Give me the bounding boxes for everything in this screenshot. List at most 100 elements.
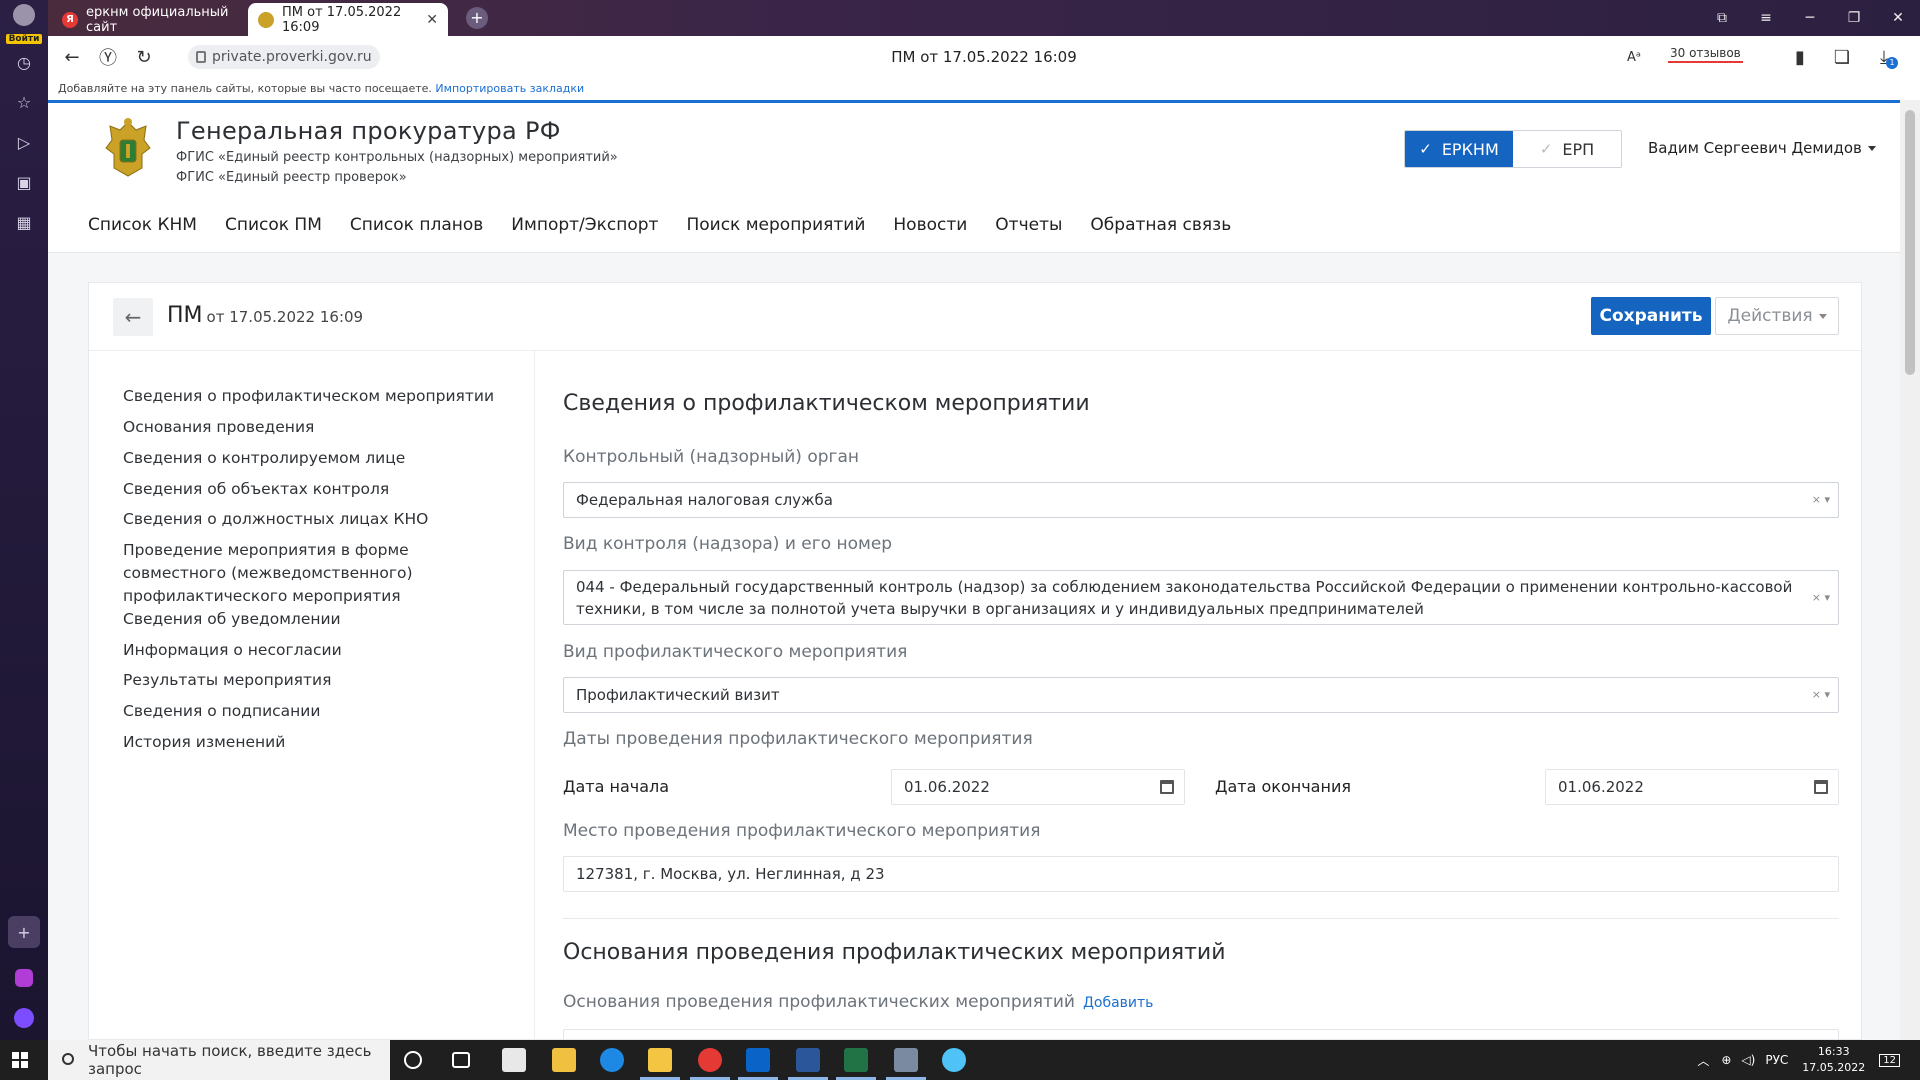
reviews-badge[interactable]: 30 отзывов bbox=[1668, 46, 1743, 63]
caret-down-icon bbox=[1867, 146, 1876, 151]
sidebar-item-disagreement[interactable]: Информация о несогласии bbox=[123, 639, 513, 662]
outlook-icon[interactable] bbox=[746, 1048, 770, 1072]
coat-of-arms-logo[interactable] bbox=[102, 116, 154, 180]
check-icon: ✓ bbox=[1419, 140, 1432, 158]
yandex-browser-icon[interactable] bbox=[698, 1048, 722, 1072]
input-value: 127381, г. Москва, ул. Неглинная, д 23 bbox=[576, 865, 885, 883]
nav-pm-list[interactable]: Список ПМ bbox=[225, 215, 322, 235]
collections-panel-icon[interactable]: ❏ bbox=[1830, 45, 1854, 69]
history-icon[interactable]: ◷ bbox=[8, 46, 40, 78]
control-type-select[interactable]: 044 - Федеральный государственный контро… bbox=[563, 570, 1839, 625]
bookmarks-bar: Добавляйте на эту панель сайты, которые … bbox=[48, 78, 1920, 100]
notifications-icon[interactable]: 12 bbox=[1879, 1053, 1900, 1067]
actions-label: Действия bbox=[1727, 306, 1813, 326]
page-scrollbar[interactable] bbox=[1900, 100, 1920, 1040]
org-title: Генеральная прокуратура РФ bbox=[176, 117, 561, 145]
user-menu[interactable]: Вадим Сергеевич Демидов bbox=[1648, 139, 1876, 157]
add-ground-link[interactable]: Добавить bbox=[1083, 995, 1153, 1011]
start-date-input[interactable]: 01.06.2022 bbox=[891, 769, 1185, 805]
scrollbar-thumb[interactable] bbox=[1905, 110, 1915, 375]
word-icon[interactable] bbox=[796, 1048, 820, 1072]
app-icon[interactable] bbox=[894, 1048, 918, 1072]
sidebar-item-officials[interactable]: Сведения о должностных лицах КНО bbox=[123, 508, 513, 531]
tab-bar: Я еркнм официальный сайт ПМ от 17.05.202… bbox=[48, 0, 1920, 36]
bookmark-icon[interactable]: ▮ bbox=[1788, 45, 1812, 69]
calendar-icon[interactable] bbox=[1160, 780, 1174, 794]
restore-icon[interactable]: ❐ bbox=[1832, 0, 1876, 36]
sidebar-item-controlled-person[interactable]: Сведения о контролируемом лице bbox=[123, 447, 513, 470]
cortana-icon[interactable] bbox=[404, 1051, 422, 1069]
collections-icon[interactable]: ⧉ bbox=[1700, 0, 1744, 36]
sidebar-item-event-info[interactable]: Сведения о профилактическом мероприятии bbox=[123, 385, 513, 408]
end-date-input[interactable]: 01.06.2022 bbox=[1545, 769, 1839, 805]
sidebar-item-notification[interactable]: Сведения об уведомлении bbox=[123, 608, 513, 631]
system-erp-option[interactable]: ✓ ЕРП bbox=[1513, 131, 1621, 167]
control-body-select[interactable]: Федеральная налоговая служба × ▾ bbox=[563, 482, 1839, 518]
calendar-icon[interactable] bbox=[1814, 780, 1828, 794]
back-button[interactable]: ← bbox=[113, 298, 153, 336]
minimize-icon[interactable]: ─ bbox=[1788, 0, 1832, 36]
tab-title: ПМ от 17.05.2022 16:09 bbox=[282, 4, 402, 35]
task-view-icon[interactable] bbox=[452, 1052, 470, 1068]
nav-news[interactable]: Новости bbox=[893, 215, 967, 235]
add-panel-icon[interactable]: + bbox=[8, 916, 40, 948]
system-erknm-option[interactable]: ✓ ЕРКНМ bbox=[1405, 131, 1513, 167]
nav-reports[interactable]: Отчеты bbox=[995, 215, 1062, 235]
nav-import-export[interactable]: Импорт/Экспорт bbox=[511, 215, 658, 235]
nav-feedback[interactable]: Обратная связь bbox=[1090, 215, 1231, 235]
volume-icon[interactable]: ◁) bbox=[1741, 1053, 1755, 1067]
save-button[interactable]: Сохранить bbox=[1591, 297, 1711, 335]
import-bookmarks-link[interactable]: Импортировать закладки bbox=[435, 82, 584, 95]
nav-search[interactable]: Поиск мероприятий bbox=[686, 215, 865, 235]
login-label: Войти bbox=[5, 34, 43, 44]
sidebar-item-joint-event[interactable]: Проведение мероприятия в форме совместно… bbox=[123, 539, 513, 608]
nav-plans-list[interactable]: Список планов bbox=[350, 215, 483, 235]
language-indicator[interactable]: РУС bbox=[1765, 1053, 1788, 1067]
clear-and-chevron-icon[interactable]: × ▾ bbox=[1812, 587, 1830, 609]
clock[interactable]: 16:33 17.05.2022 bbox=[1802, 1044, 1865, 1076]
place-input[interactable]: 127381, г. Москва, ул. Неглинная, д 23 bbox=[563, 856, 1839, 892]
close-tab-icon[interactable]: ✕ bbox=[426, 12, 438, 28]
bookmarks-star-icon[interactable]: ☆ bbox=[8, 86, 40, 118]
clear-and-chevron-icon[interactable]: × ▾ bbox=[1812, 684, 1830, 706]
new-tab-button[interactable]: + bbox=[466, 7, 488, 29]
store-icon[interactable] bbox=[552, 1048, 576, 1072]
network-icon[interactable]: ⊕ bbox=[1721, 1053, 1731, 1067]
taskbar-search[interactable]: Чтобы начать поиск, введите здесь запрос bbox=[48, 1040, 390, 1080]
screenshot-icon[interactable]: ▣ bbox=[8, 166, 40, 198]
tab-yandex-search[interactable]: Я еркнм официальный сайт bbox=[52, 3, 248, 36]
arrow-left-icon: ← bbox=[124, 305, 142, 329]
search-placeholder: Чтобы начать поиск, введите здесь запрос bbox=[88, 1042, 372, 1078]
menu-icon[interactable]: ≡ bbox=[1744, 0, 1788, 36]
sidebar-item-signing[interactable]: Сведения о подписании bbox=[123, 700, 513, 723]
mail-icon[interactable] bbox=[502, 1048, 526, 1072]
windows-start-icon[interactable] bbox=[12, 1052, 28, 1068]
browser-sidebar: Войти ◷ ☆ ▷ ▣ ▦ + bbox=[0, 0, 48, 1040]
alice-assistant-icon[interactable] bbox=[8, 1002, 40, 1034]
downloads-icon[interactable]: ⤓ 1 bbox=[1872, 45, 1898, 69]
sidebar-item-history[interactable]: История изменений bbox=[123, 731, 513, 754]
sidebar-item-grounds[interactable]: Основания проведения bbox=[123, 416, 513, 439]
translate-icon[interactable]: Aᵃ bbox=[1622, 45, 1646, 69]
excel-icon[interactable] bbox=[844, 1048, 868, 1072]
actions-dropdown[interactable]: Действия bbox=[1715, 297, 1839, 335]
section-title-event-info: Сведения о профилактическом мероприятии bbox=[563, 391, 1090, 416]
tab-current-page[interactable]: ПМ от 17.05.2022 16:09 ✕ bbox=[248, 3, 448, 36]
login-button[interactable]: Войти bbox=[2, 4, 46, 44]
chevron-up-icon[interactable]: ︿ bbox=[1697, 1052, 1709, 1069]
messenger-icon[interactable] bbox=[8, 962, 40, 994]
sidebar-item-control-objects[interactable]: Сведения об объектах контроля bbox=[123, 478, 513, 501]
edge-icon[interactable] bbox=[600, 1048, 624, 1072]
event-type-select[interactable]: Профилактический визит × ▾ bbox=[563, 677, 1839, 713]
apps-grid-icon[interactable]: ▦ bbox=[8, 206, 40, 238]
check-icon: ✓ bbox=[1539, 140, 1553, 158]
nav-knm-list[interactable]: Список КНМ bbox=[88, 215, 197, 235]
sidebar-item-results[interactable]: Результаты мероприятия bbox=[123, 669, 513, 692]
network-app-icon[interactable] bbox=[942, 1048, 966, 1072]
date-value: 01.06.2022 bbox=[904, 778, 990, 796]
clear-and-chevron-icon[interactable]: × ▾ bbox=[1812, 489, 1830, 511]
close-window-icon[interactable]: ✕ bbox=[1876, 0, 1920, 36]
play-icon[interactable]: ▷ bbox=[8, 126, 40, 158]
control-body-label: Контрольный (надзорный) орган bbox=[563, 447, 859, 467]
file-explorer-icon[interactable] bbox=[648, 1048, 672, 1072]
